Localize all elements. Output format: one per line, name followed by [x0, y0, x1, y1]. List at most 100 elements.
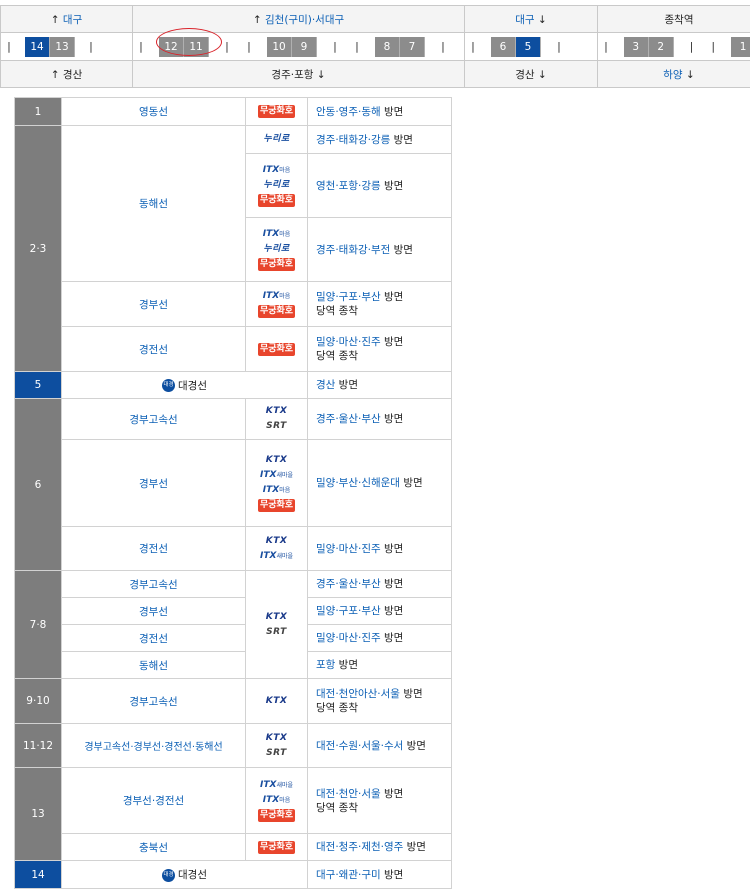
- platform-box-10: 10: [267, 36, 292, 57]
- direction-bottom-1: ↑ 경산: [0, 60, 133, 88]
- train-types: 무궁화호: [245, 326, 308, 372]
- line-name[interactable]: 동해선: [61, 125, 246, 282]
- direction-link-daegu-2[interactable]: 대구: [515, 14, 534, 26]
- itx-saemaeul-logo: ITX새마을: [260, 550, 293, 561]
- destination: 포항 방면: [307, 651, 452, 679]
- mugunghwa-badge: 무궁화호: [257, 194, 296, 207]
- platform-box-12: 12: [159, 36, 184, 57]
- destination: 대전·수원·서울·수서 방면: [307, 723, 452, 768]
- direction-link-gimcheon[interactable]: 김천(구미)·서대구: [265, 14, 344, 26]
- itx-maeum-logo: ITX마음: [262, 229, 291, 239]
- platform-number: 2·3: [14, 125, 62, 372]
- table-row: 11·12 경부고속선·경부선·경전선·동해선 KTX SRT 대전·수원·서울·…: [14, 723, 452, 768]
- table-row: 9·10 경부고속선 KTX 대전·천안아산·서울 방면 당역 종착: [14, 678, 452, 724]
- table-row: 경전선 밀양·마산·진주 방면: [15, 624, 452, 652]
- itx-maeum-logo: ITX마음: [262, 291, 291, 301]
- destination: 안동·영주·동해 방면: [307, 97, 452, 126]
- destination: 밀양·마산·진주 방면: [307, 624, 452, 652]
- itx-maeum-logo: ITX마음: [262, 795, 291, 805]
- platform-number: 9·10: [14, 678, 62, 724]
- line-name[interactable]: 경부고속선: [61, 398, 246, 440]
- line-name[interactable]: 동해선: [61, 651, 246, 679]
- train-types: KTX: [245, 678, 308, 724]
- platform-number: 11·12: [14, 723, 62, 768]
- ktx-logo: KTX: [265, 611, 288, 622]
- direction-top-4: 종착역: [597, 5, 750, 33]
- platform-number: 7·8: [14, 570, 62, 679]
- itx-maeum-logo: ITX마음: [262, 485, 291, 495]
- train-types: 무궁화호: [245, 833, 308, 861]
- destination: 밀양·마산·진주 방면: [307, 526, 452, 571]
- destination: 경주·태화강·부전 방면: [307, 217, 452, 282]
- train-types: KTX SRT: [245, 570, 308, 679]
- platform-box-8: 8: [375, 36, 400, 57]
- srt-logo: SRT: [266, 626, 287, 637]
- train-types: 누리로: [245, 125, 308, 154]
- table-row: 경부선 밀양·구포·부산 방면: [15, 597, 452, 625]
- table-row: 13 경부선·경전선 ITX새마을 ITX마음 무궁화호 대전·천안·서울 방면 당역…: [14, 767, 452, 861]
- destination: 경주·태화강·강릉 방면: [307, 125, 452, 154]
- line-name[interactable]: 경부고속선: [61, 570, 246, 598]
- line-name[interactable]: 경전선: [61, 526, 246, 571]
- destination: 밀양·구포·부산 방면: [307, 597, 452, 625]
- destination: 대전·청주·제천·영주 방면: [307, 833, 452, 861]
- ktx-logo: KTX: [265, 406, 288, 416]
- platform-box-3: 3: [623, 36, 649, 57]
- line-name[interactable]: 경부고속선: [61, 678, 246, 724]
- mugunghwa-badge: 무궁화호: [257, 305, 296, 318]
- train-types: ITX마음무궁화호: [245, 281, 308, 327]
- ktx-logo: KTX: [265, 455, 288, 465]
- line-name[interactable]: 대경 대경선: [61, 860, 308, 889]
- platform-box-2: 2: [648, 36, 674, 57]
- destination: 밀양·마산·진주 방면 당역 종착: [307, 326, 452, 372]
- platform-number: 6: [14, 398, 62, 571]
- platform-box-7: 7: [400, 36, 425, 57]
- mugunghwa-badge: 무궁화호: [257, 258, 296, 271]
- daegyeong-line-icon: 대경: [162, 379, 175, 392]
- itx-saemaeul-logo: ITX새마을: [260, 780, 293, 790]
- line-name[interactable]: 영동선: [61, 97, 246, 126]
- track-cell-4: | 32 | | 1: [597, 32, 750, 61]
- table-row: 1 영동선 무궁화호 안동·영주·동해 방면: [14, 97, 452, 126]
- table-row: 6 경부고속선 KTX SRT 경주·울산·부산 방면: [14, 398, 452, 571]
- mugunghwa-badge: 무궁화호: [257, 342, 296, 356]
- nuriro-logo: 누리로: [263, 180, 290, 190]
- direction-bottom-3: 경산 ↓: [464, 60, 598, 88]
- train-types: KTX SRT: [245, 723, 308, 768]
- line-name[interactable]: 경부선: [61, 439, 246, 527]
- direction-top-3: 대구 ↓: [464, 5, 598, 33]
- direction-link-hayang[interactable]: 하양: [663, 69, 682, 81]
- line-name[interactable]: 경부선: [61, 597, 246, 625]
- table-row: 2·3 동해선 누리로 경주·태화강·강릉 방면: [14, 125, 452, 372]
- line-name[interactable]: 대경 대경선: [61, 371, 308, 399]
- line-name[interactable]: 경부선·경전선: [61, 767, 246, 834]
- ktx-logo: KTX: [265, 535, 288, 546]
- platform-diagram: ↑ 대구 ↑ 김천(구미)·서대구 대구 ↓ 종착역 | 14 13 | | 12…: [0, 5, 750, 88]
- table-row: 경전선 KTX ITX새마을 밀양·마산·진주 방면: [15, 526, 452, 571]
- table-row: 14 대경 대경선 대구·왜관·구미 방면: [14, 860, 452, 889]
- platform-box-6: 6: [491, 36, 516, 57]
- line-name[interactable]: 경전선: [61, 326, 246, 372]
- platform-box-13: 13: [50, 36, 75, 57]
- train-types: ITX새마을 ITX마음무궁화호: [245, 767, 308, 834]
- destination: 대전·천안아산·서울 방면 당역 종착: [307, 678, 452, 724]
- destination: 밀양·부산·신해운대 방면: [307, 439, 452, 527]
- line-name[interactable]: 경부선: [61, 281, 246, 327]
- platform-number: 5: [14, 371, 62, 399]
- nuriro-logo: 누리로: [263, 244, 290, 254]
- train-types: ITX마음누리로무궁화호: [245, 217, 308, 282]
- train-types: ITX마음 누리로 무궁화호: [245, 153, 308, 218]
- track-cell-1: | 14 13 |: [0, 32, 133, 61]
- direction-link-daegu[interactable]: 대구: [63, 14, 82, 26]
- train-types: KTX ITX새마을 ITX마음 무궁화호: [245, 439, 308, 527]
- mugunghwa-badge: 무궁화호: [257, 809, 296, 822]
- direction-top-1: ↑ 대구: [0, 5, 133, 33]
- platform-number: 14: [14, 860, 62, 889]
- line-name[interactable]: 충북선: [61, 833, 246, 861]
- ktx-logo: KTX: [265, 695, 288, 706]
- mugunghwa-badge: 무궁화호: [257, 499, 296, 512]
- platform-box-1: 1: [731, 36, 750, 57]
- destination: 대구·왜관·구미 방면: [307, 860, 452, 889]
- line-name[interactable]: 경전선: [61, 624, 246, 652]
- line-name[interactable]: 경부고속선·경부선·경전선·동해선: [61, 723, 246, 768]
